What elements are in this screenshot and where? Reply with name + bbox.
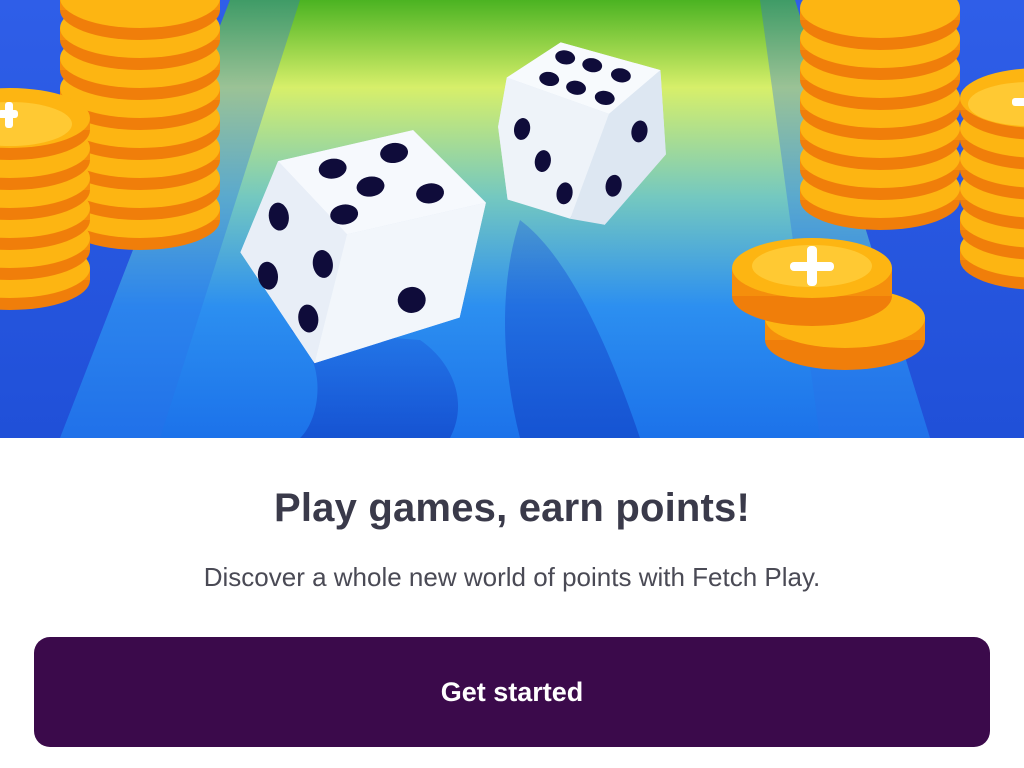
page-subtitle: Discover a whole new world of points wit…: [203, 562, 821, 592]
fetch-play-onboarding-screen: Play games, earn points! Discover a whol…: [0, 0, 1024, 768]
get-started-button-label: Get started: [440, 676, 584, 707]
coin-stack-right-edge-icon: [960, 68, 1024, 290]
get-started-button[interactable]: Get started: [34, 637, 990, 747]
hero-illustration: [0, 0, 1024, 438]
coin-stack-left-front-icon: [0, 88, 90, 310]
coin-stack-right-icon: [800, 0, 960, 230]
page-title: Play games, earn points!: [273, 486, 751, 530]
